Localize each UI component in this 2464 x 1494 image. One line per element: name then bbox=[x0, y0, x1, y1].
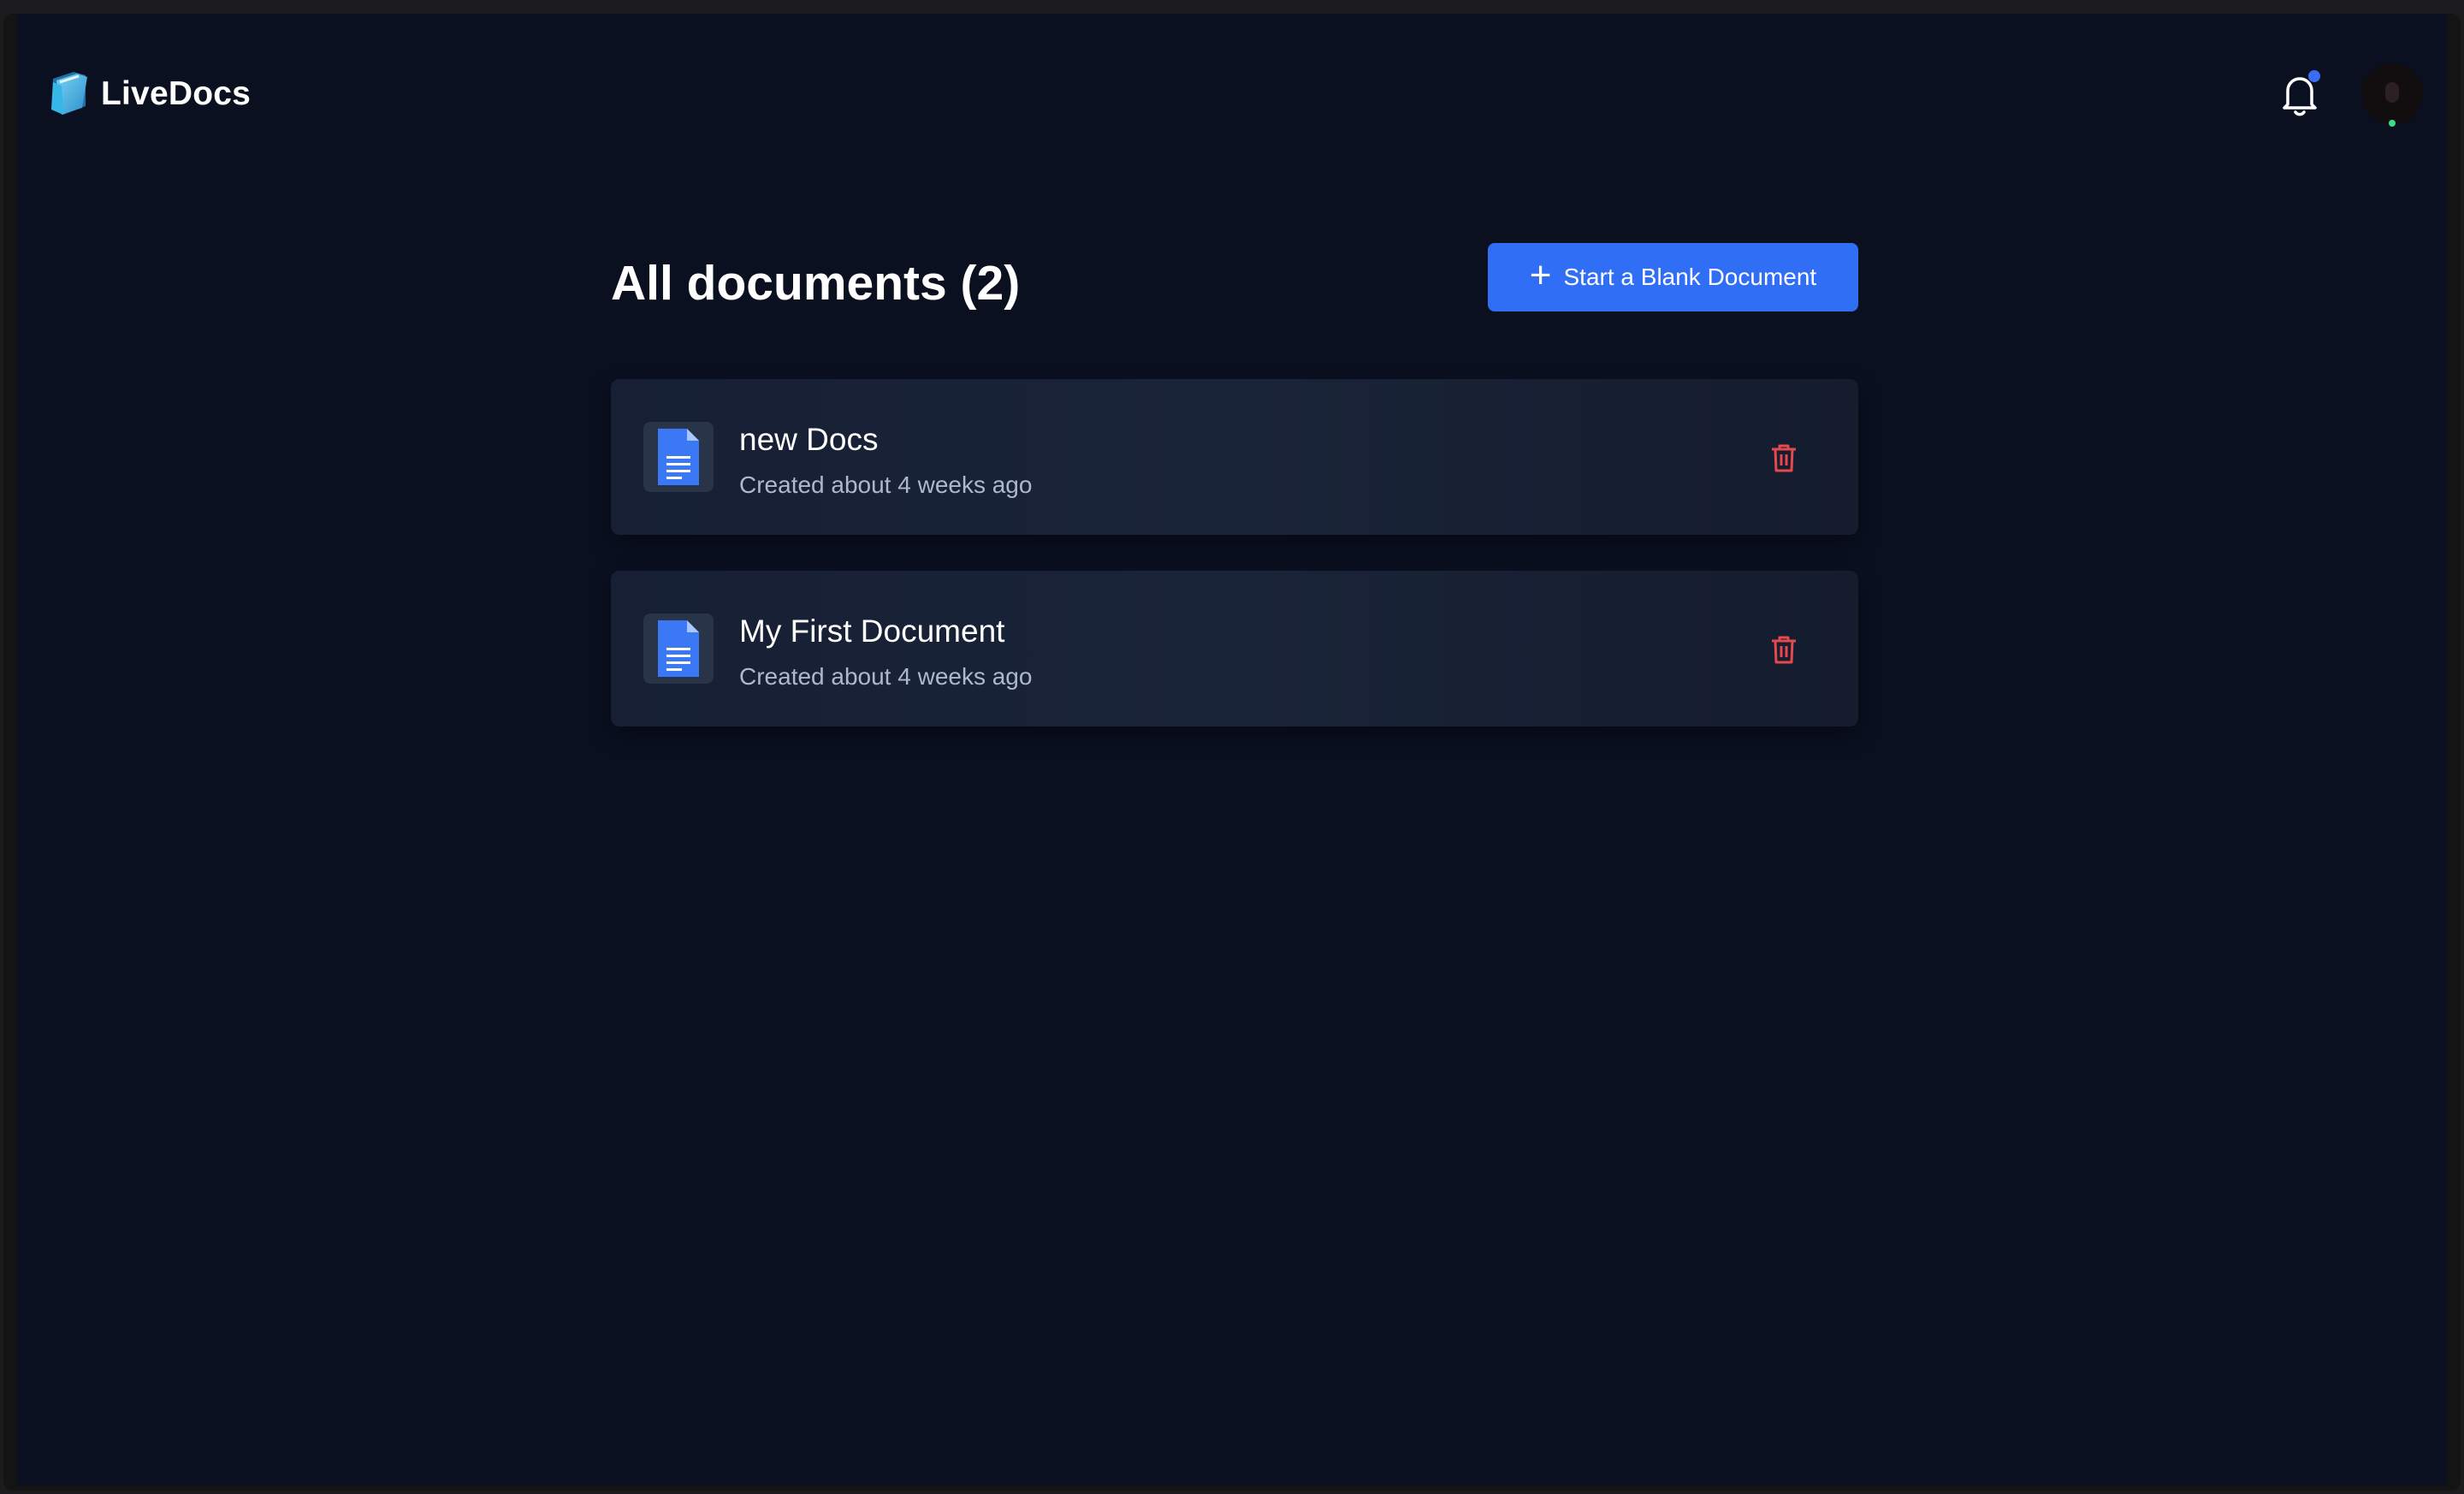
online-status-indicator bbox=[2389, 120, 2396, 127]
document-item[interactable]: My First Document Created about 4 weeks … bbox=[611, 571, 1858, 726]
app-name: LiveDocs bbox=[101, 74, 252, 112]
document-icon bbox=[643, 614, 714, 684]
notifications-button[interactable] bbox=[2276, 68, 2324, 120]
page-title: All documents (2) bbox=[611, 256, 1021, 311]
notification-badge bbox=[2308, 70, 2320, 82]
trash-icon[interactable] bbox=[1769, 442, 1800, 473]
document-title[interactable]: My First Document bbox=[739, 614, 1004, 649]
user-avatar[interactable] bbox=[2361, 63, 2423, 127]
side-panel-handle[interactable] bbox=[2447, 1260, 2461, 1338]
document-title[interactable]: new Docs bbox=[739, 422, 878, 458]
trash-icon[interactable] bbox=[1769, 634, 1800, 665]
document-item[interactable]: new Docs Created about 4 weeks ago bbox=[611, 379, 1858, 535]
start-blank-document-label: Start a Blank Document bbox=[1563, 264, 1817, 290]
document-created-date: Created about 4 weeks ago bbox=[739, 471, 1033, 498]
avatar-image bbox=[2385, 82, 2399, 103]
document-list: new Docs Created about 4 weeks ago My Fi… bbox=[611, 379, 1858, 762]
app-logo[interactable]: LiveDocs bbox=[48, 67, 251, 121]
browser-frame: LiveDocs All documents (2) + Start a Bla… bbox=[3, 14, 2461, 1491]
folder-logo-icon bbox=[48, 67, 92, 121]
app-root: LiveDocs All documents (2) + Start a Bla… bbox=[17, 14, 2447, 1485]
document-created-date: Created about 4 weeks ago bbox=[739, 663, 1033, 690]
bell-icon bbox=[2276, 77, 2324, 123]
plus-icon: + bbox=[1529, 254, 1552, 296]
start-blank-document-button[interactable]: + Start a Blank Document bbox=[1488, 243, 1858, 311]
document-icon bbox=[643, 422, 714, 492]
